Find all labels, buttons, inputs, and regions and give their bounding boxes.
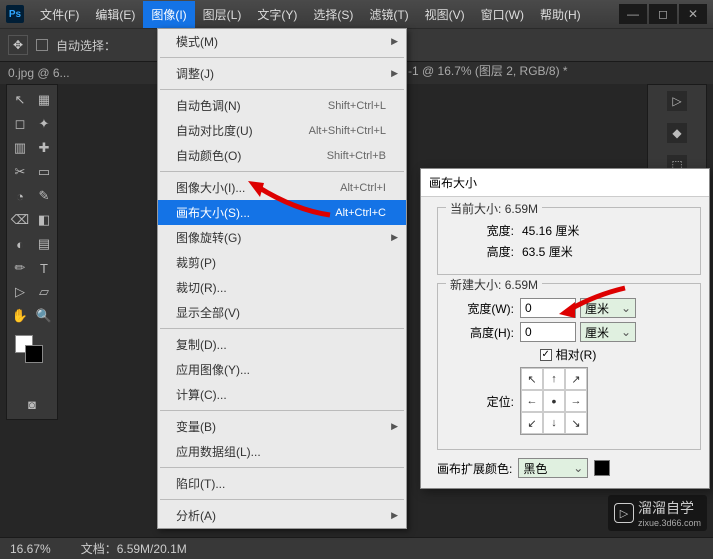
menu-item[interactable]: 自动色调(N)Shift+Ctrl+L <box>158 93 406 118</box>
menu-item[interactable]: 应用图像(Y)... <box>158 357 406 382</box>
menu-item[interactable]: 陷印(T)... <box>158 471 406 496</box>
tool-crop[interactable]: ▥ <box>9 137 31 159</box>
tool-stamp[interactable]: ◔ <box>9 185 31 207</box>
tool-marquee[interactable]: ◻ <box>9 113 31 135</box>
menu-view[interactable]: 视图(V) <box>417 1 473 28</box>
current-size-value: 6.59M <box>505 202 538 216</box>
image-menu-dropdown: 模式(M) 调整(J) 自动色调(N)Shift+Ctrl+L自动对比度(U)Alt… <box>157 28 407 529</box>
menu-edit[interactable]: 编辑(E) <box>87 1 143 28</box>
annotation-arrow-right <box>555 280 635 320</box>
new-height-label: 高度(H): <box>446 324 514 341</box>
watermark: ▷ 溜溜自学 zixue.3d66.com <box>608 495 707 531</box>
extension-color-label: 画布扩展颜色: <box>437 460 512 477</box>
tool-hand[interactable]: ✋ <box>9 305 31 327</box>
watermark-name: 溜溜自学 <box>638 498 701 518</box>
status-doc: 文档：6.59M/20.1M <box>81 540 187 557</box>
anchor-grid[interactable]: ↖↑↗ ←•→ ↙↓↘ <box>520 367 588 435</box>
menu-item[interactable]: 图像旋转(G) <box>158 225 406 250</box>
auto-select-label: 自动选择： <box>56 37 116 54</box>
tool-gradient[interactable]: ◧ <box>33 209 55 231</box>
menu-item[interactable]: 模式(M) <box>158 29 406 54</box>
tab-left[interactable]: 0.jpg @ 6... <box>8 66 70 80</box>
close-button[interactable]: ✕ <box>679 4 707 24</box>
new-width-label: 宽度(W): <box>446 300 514 317</box>
tool-artboard[interactable]: ▦ <box>33 89 55 111</box>
app-logo: Ps <box>6 5 24 23</box>
new-size-legend: 新建大小: <box>450 278 501 292</box>
tool-blur[interactable]: ◐ <box>9 233 31 255</box>
menu-item[interactable]: 裁剪(P) <box>158 250 406 275</box>
current-width-value: 45.16 厘米 <box>522 222 579 239</box>
menu-item[interactable]: 应用数据组(L)... <box>158 439 406 464</box>
tool-move[interactable]: ↖ <box>9 89 31 111</box>
relative-checkbox[interactable] <box>540 349 552 361</box>
auto-select-checkbox[interactable] <box>36 39 48 51</box>
tool-wand[interactable]: ✦ <box>33 113 55 135</box>
menu-select[interactable]: 选择(S) <box>305 1 361 28</box>
tool-eraser[interactable]: ⌫ <box>9 209 31 231</box>
menu-item[interactable]: 自动颜色(O)Shift+Ctrl+B <box>158 143 406 168</box>
menu-filter[interactable]: 滤镜(T) <box>361 1 416 28</box>
tool-brush[interactable]: ▭ <box>33 161 55 183</box>
relative-label: 相对(R) <box>556 346 597 363</box>
canvas-size-dialog: 画布大小 当前大小: 6.59M 宽度:45.16 厘米 高度:63.5 厘米 … <box>420 168 710 489</box>
extension-color-swatch[interactable] <box>594 460 610 476</box>
anchor-label: 定位: <box>446 393 514 410</box>
toolbox: ↖▦ ◻✦ ▥✚ ✂▭ ◔✎ ⌫◧ ◐▤ ✏T ▷▱ ✋🔍 ◙ <box>6 84 58 420</box>
current-width-label: 宽度: <box>446 222 514 239</box>
background-swatch[interactable] <box>25 345 43 363</box>
dialog-title: 画布大小 <box>421 169 709 197</box>
new-size-value: 6.59M <box>505 278 538 292</box>
move-tool-icon[interactable]: ✥ <box>8 35 28 55</box>
menu-type[interactable]: 文字(Y) <box>249 1 305 28</box>
menu-item[interactable]: 自动对比度(U)Alt+Shift+Ctrl+L <box>158 118 406 143</box>
max-button[interactable]: ◻ <box>649 4 677 24</box>
tool-heal[interactable]: ✂ <box>9 161 31 183</box>
menu-item[interactable]: 计算(C)... <box>158 382 406 407</box>
tool-pen[interactable]: ✏ <box>9 257 31 279</box>
current-height-label: 高度: <box>446 243 514 260</box>
menu-file[interactable]: 文件(F) <box>32 1 87 28</box>
menu-item[interactable]: 分析(A) <box>158 503 406 528</box>
height-unit-select[interactable]: 厘米 <box>580 322 636 342</box>
status-zoom[interactable]: 16.67% <box>10 542 51 556</box>
tool-zoom[interactable]: 🔍 <box>33 305 55 327</box>
quickmask-toggle[interactable]: ◙ <box>21 393 43 415</box>
current-height-value: 63.5 厘米 <box>522 243 573 260</box>
new-height-input[interactable] <box>520 322 576 342</box>
menubar: 文件(F) 编辑(E) 图像(I) 图层(L) 文字(Y) 选择(S) 滤镜(T… <box>32 1 589 28</box>
extension-color-select[interactable]: 黑色 <box>518 458 588 478</box>
menu-item[interactable]: 复制(D)... <box>158 332 406 357</box>
tool-type[interactable]: T <box>33 257 55 279</box>
watermark-icon: ▷ <box>614 503 634 523</box>
tool-dodge[interactable]: ▤ <box>33 233 55 255</box>
menu-layer[interactable]: 图层(L) <box>195 1 250 28</box>
menu-item[interactable]: 裁切(R)... <box>158 275 406 300</box>
menu-image[interactable]: 图像(I) <box>143 1 194 28</box>
annotation-arrow-left <box>240 175 340 225</box>
tab-right[interactable]: -1 @ 16.7% (图层 2, RGB/8) * <box>408 62 568 79</box>
menu-item[interactable]: 调整(J) <box>158 61 406 86</box>
tool-path[interactable]: ▷ <box>9 281 31 303</box>
menu-window[interactable]: 窗口(W) <box>473 1 532 28</box>
watermark-url: zixue.3d66.com <box>638 518 701 528</box>
current-size-legend: 当前大小: <box>450 202 501 216</box>
menu-item[interactable]: 显示全部(V) <box>158 300 406 325</box>
panel-color-icon[interactable]: ◆ <box>667 123 687 143</box>
tool-shape[interactable]: ▱ <box>33 281 55 303</box>
panel-play-icon[interactable]: ▷ <box>667 91 687 111</box>
min-button[interactable]: — <box>619 4 647 24</box>
menu-help[interactable]: 帮助(H) <box>532 1 589 28</box>
tool-history[interactable]: ✎ <box>33 185 55 207</box>
menu-item[interactable]: 变量(B) <box>158 414 406 439</box>
tool-eyedrop[interactable]: ✚ <box>33 137 55 159</box>
